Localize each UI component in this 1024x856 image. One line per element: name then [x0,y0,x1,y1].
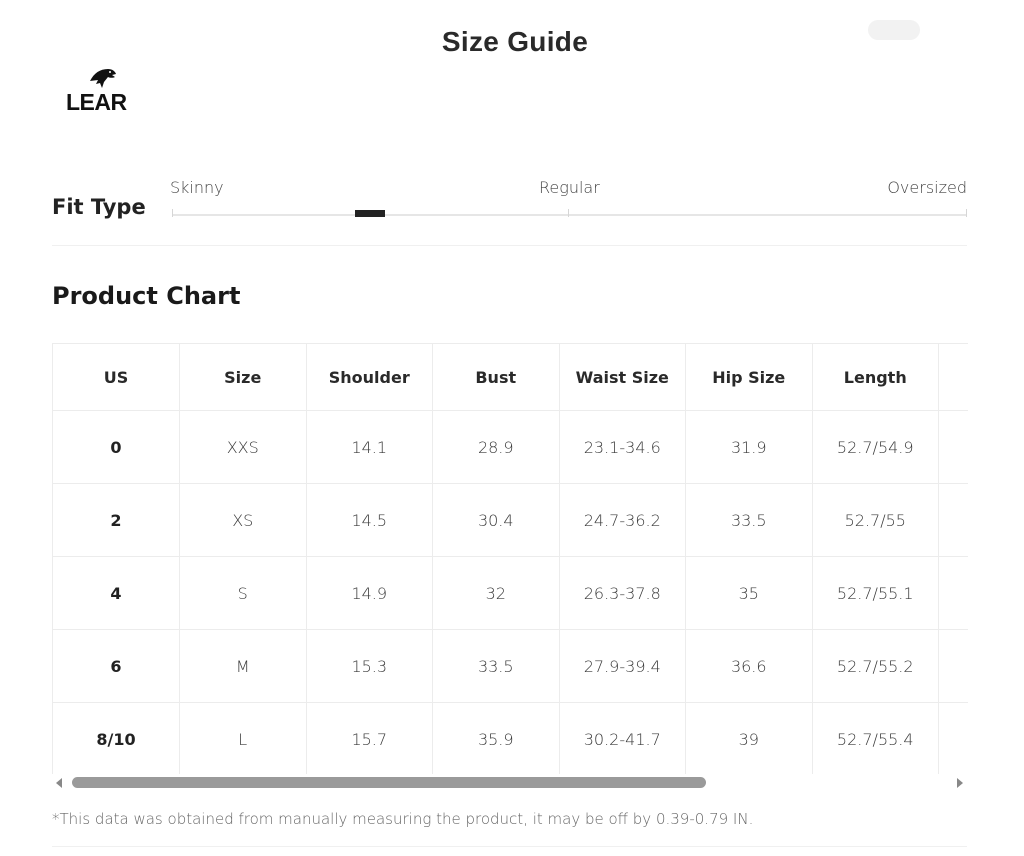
divider [52,846,967,847]
horizontal-scrollbar[interactable] [52,774,967,792]
cell-size: S [179,556,307,630]
fit-option-skinny: Skinny [170,178,224,197]
size-guide-modal: Size Guide LEAR Fit Type Skinny Regular … [0,0,1024,856]
cell-overflow [938,702,968,774]
cell-us: 6 [53,629,180,703]
cell-length: 52.7/55.1 [812,556,939,630]
column-header-overflow [938,344,968,411]
cell-shoulder: 14.9 [306,556,433,630]
cell-hip-size: 36.6 [685,629,813,703]
measurement-disclaimer: *This data was obtained from manually me… [52,810,754,828]
column-header-shoulder: Shoulder [306,344,433,411]
column-header-size: Size [179,344,307,411]
cell-bust: 33.5 [432,629,560,703]
cell-shoulder: 14.1 [306,410,433,484]
cell-bust: 32 [432,556,560,630]
scroll-right-arrow-icon[interactable] [957,778,963,788]
cell-us: 4 [53,556,180,630]
cell-hip-size: 33.5 [685,483,813,557]
cell-bust: 30.4 [432,483,560,557]
fit-track [172,214,967,216]
fit-tick [172,209,173,217]
cell-length: 52.7/54.9 [812,410,939,484]
cell-size: XS [179,483,307,557]
column-header-us: US [53,344,180,411]
cell-overflow [938,410,968,484]
fit-type-scale: Skinny Regular Oversized [170,176,967,220]
divider [52,245,967,246]
cell-waist-size: 26.3-37.8 [559,556,686,630]
cell-us: 0 [53,410,180,484]
scroll-left-arrow-icon[interactable] [56,778,62,788]
column-header-bust: Bust [432,344,560,411]
cell-us: 8/10 [53,702,180,774]
cell-overflow [938,556,968,630]
brand-wordmark: LEAR [66,89,127,115]
cell-shoulder: 15.7 [306,702,433,774]
fit-marker [355,210,385,217]
cell-bust: 35.9 [432,702,560,774]
close-button[interactable] [868,20,920,40]
cell-length: 52.7/55.2 [812,629,939,703]
cell-size: L [179,702,307,774]
fit-option-regular: Regular [539,178,600,197]
table-row: 6 M 15.3 33.5 27.9-39.4 36.6 52.7/55.2 [53,629,968,703]
table-row: 8/10 L 15.7 35.9 30.2-41.7 39 52.7/55.4 [53,702,968,774]
cell-shoulder: 15.3 [306,629,433,703]
cell-overflow [938,629,968,703]
cell-size: XXS [179,410,307,484]
cell-hip-size: 35 [685,556,813,630]
cell-shoulder: 14.5 [306,483,433,557]
cell-bust: 28.9 [432,410,560,484]
cell-hip-size: 39 [685,702,813,774]
product-chart-heading: Product Chart [52,282,241,310]
fit-option-oversized: Oversized [887,178,967,197]
cell-size: M [179,629,307,703]
fit-tick [568,209,569,217]
eagle-icon [90,69,116,88]
table-row: 0 XXS 14.1 28.9 23.1-34.6 31.9 52.7/54.9 [53,410,968,484]
column-header-waist-size: Waist Size [559,344,686,411]
table-header-row: US Size Shoulder Bust Waist Size Hip Siz… [53,344,968,411]
cell-length: 52.7/55 [812,483,939,557]
cell-waist-size: 23.1-34.6 [559,410,686,484]
cell-length: 52.7/55.4 [812,702,939,774]
scroll-thumb[interactable] [72,777,706,788]
cell-overflow [938,483,968,557]
fit-type-label: Fit Type [52,195,146,219]
cell-waist-size: 30.2-41.7 [559,702,686,774]
product-chart-table-container[interactable]: US Size Shoulder Bust Waist Size Hip Siz… [52,343,968,774]
cell-us: 2 [53,483,180,557]
cell-waist-size: 27.9-39.4 [559,629,686,703]
brand-logo: LEAR [66,67,146,117]
cell-waist-size: 24.7-36.2 [559,483,686,557]
product-chart-table: US Size Shoulder Bust Waist Size Hip Siz… [53,344,968,774]
table-row: 2 XS 14.5 30.4 24.7-36.2 33.5 52.7/55 [53,483,968,557]
table-row: 4 S 14.9 32 26.3-37.8 35 52.7/55.1 [53,556,968,630]
column-header-length: Length [812,344,939,411]
fit-tick [966,209,967,217]
column-header-hip-size: Hip Size [685,344,813,411]
cell-hip-size: 31.9 [685,410,813,484]
